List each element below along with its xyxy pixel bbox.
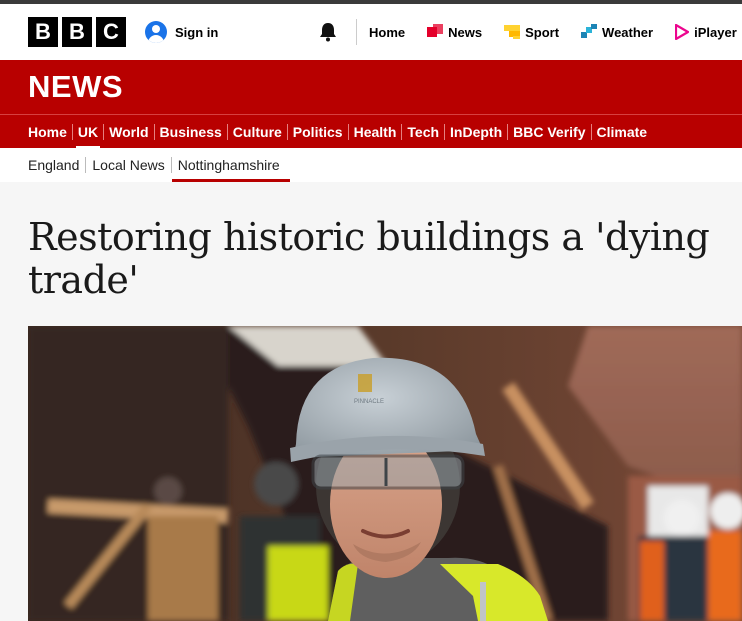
bbc-logo-block: B	[28, 17, 58, 47]
article-headline: Restoring historic buildings a 'dying tr…	[28, 215, 710, 302]
top-nav-sport-label: Sport	[525, 24, 560, 40]
top-nav-news-label: News	[448, 24, 483, 40]
top-nav-weather[interactable]: Weather	[581, 24, 653, 40]
sub-nav-england[interactable]: England	[28, 148, 85, 182]
main-nav-health[interactable]: Health	[349, 115, 402, 149]
main-nav-indepth[interactable]: InDepth	[445, 115, 507, 149]
main-nav-culture[interactable]: Culture	[228, 115, 287, 149]
sign-in-label: Sign in	[175, 24, 219, 40]
bell-icon[interactable]	[316, 20, 340, 44]
top-nav-sport[interactable]: Sport	[504, 24, 559, 40]
user-icon	[145, 21, 167, 43]
news-icon	[427, 24, 444, 37]
bbc-logo-block: B	[62, 17, 92, 47]
top-nav-weather-label: Weather	[602, 24, 654, 40]
sign-in-link[interactable]: Sign in	[145, 21, 218, 43]
sport-icon	[504, 25, 521, 39]
main-nav-politics[interactable]: Politics	[288, 115, 348, 149]
iplayer-icon	[675, 24, 690, 40]
main-nav-world[interactable]: World	[104, 115, 153, 149]
global-header: B B C Sign in Home News Sport Weather iP…	[0, 4, 742, 60]
top-nav-news[interactable]: News	[427, 24, 482, 40]
top-nav-divider	[356, 19, 357, 45]
top-nav-home-label: Home	[369, 24, 406, 40]
news-brand-logo[interactable]: NEWS	[28, 69, 123, 105]
helmet-text: PINNACLE	[354, 399, 384, 405]
main-nav-bbc-verify[interactable]: BBC Verify	[508, 115, 590, 149]
weather-icon	[581, 24, 598, 38]
top-nav-home[interactable]: Home	[369, 25, 405, 40]
section-banner: NEWS	[0, 60, 742, 114]
bbc-logo[interactable]: B B C	[28, 17, 126, 47]
main-nav-uk[interactable]: UK	[73, 115, 103, 149]
sub-nav: England Local News Nottinghamshire	[0, 148, 742, 182]
top-nav-iplayer-label: iPlayer	[694, 24, 737, 40]
main-nav: Home UK World Business Culture Politics …	[0, 114, 742, 149]
main-nav-business[interactable]: Business	[155, 115, 227, 149]
sub-nav-nottinghamshire[interactable]: Nottinghamshire	[171, 148, 290, 182]
top-nav-iplayer[interactable]: iPlayer	[675, 24, 737, 40]
sub-nav-local-news[interactable]: Local News	[86, 148, 170, 182]
main-nav-home[interactable]: Home	[28, 115, 72, 149]
hero-photo-illustration: PINNACLE	[28, 326, 742, 621]
article-hero-image[interactable]: PINNACLE	[28, 326, 742, 621]
main-nav-tech[interactable]: Tech	[402, 115, 444, 149]
top-nav: Home News Sport Weather iPlayer	[316, 4, 737, 60]
main-nav-climate[interactable]: Climate	[592, 115, 653, 149]
bbc-logo-block: C	[96, 17, 126, 47]
